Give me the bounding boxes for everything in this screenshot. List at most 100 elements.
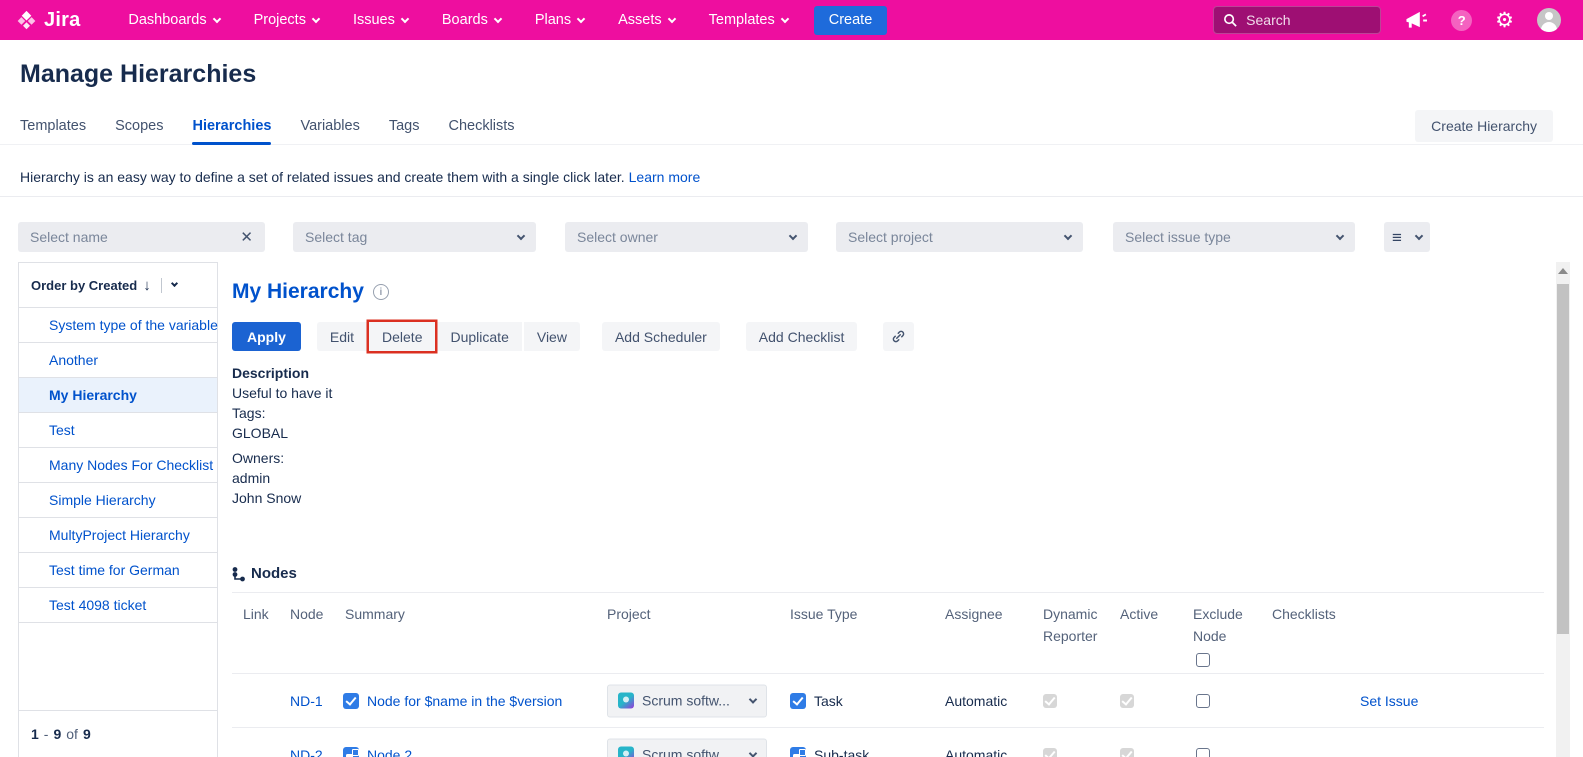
apply-button[interactable]: Apply [232,322,301,351]
set-issue-link[interactable]: Set Issue [1360,693,1418,709]
add-scheduler-button[interactable]: Add Scheduler [602,322,720,351]
tab-tags[interactable]: Tags [389,108,420,144]
checkbox-unchecked[interactable] [1196,748,1210,757]
hierarchy-title-row: My Hierarchy i [232,280,389,304]
nav-menu-assets[interactable]: Assets [618,12,675,28]
chevron-down-icon [312,14,320,22]
pagination-total: 9 [83,726,91,742]
project-select[interactable]: Scrum softw... [607,684,767,717]
copy-link-button[interactable] [883,322,914,351]
duplicate-button[interactable]: Duplicate [437,322,521,351]
jira-logo[interactable]: Jira [16,9,80,32]
list-options-menu-button[interactable]: ≡ [1384,222,1430,252]
exclude-all-checkbox[interactable] [1196,653,1210,667]
dynamic-reporter-checkbox [1043,748,1057,757]
chevron-down-icon [780,14,788,22]
list-item[interactable]: Many Nodes For Checklist [19,448,217,483]
issue-type-label: Sub-task [814,747,869,757]
content-area: Order by Created ↓ System type of the va… [0,262,1583,757]
megaphone-icon[interactable] [1404,10,1428,31]
nav-menu-templates[interactable]: Templates [709,12,788,28]
exclude-node-checkbox[interactable] [1196,694,1210,708]
sort-desc-icon[interactable]: ↓ [143,277,151,294]
hierarchy-title: My Hierarchy [232,280,364,304]
edit-actions-group: Edit Delete Duplicate View [317,322,580,351]
vertical-scrollbar[interactable] [1556,262,1570,757]
scroll-up-arrow[interactable] [1558,268,1568,274]
delete-button[interactable]: Delete [369,322,435,351]
tab-checklists[interactable]: Checklists [448,108,514,144]
issue-type-filter-placeholder: Select issue type [1125,229,1231,245]
owner-value: John Snow [232,488,332,508]
list-item[interactable]: Test time for German [19,553,217,588]
nav-menu-label: Templates [709,12,775,28]
table-row: ND-2 Node 2 Scrum softw... Sub-task Auto… [232,727,1544,757]
search-box[interactable] [1213,6,1381,34]
issue-type-cell: Task [790,693,843,709]
node-id-link[interactable]: ND-1 [290,693,323,709]
name-filter-input[interactable] [30,229,234,245]
edit-button[interactable]: Edit [317,322,367,351]
node-id-link[interactable]: ND-2 [290,747,323,757]
scrollbar-thumb[interactable] [1557,284,1569,634]
chevron-down-icon [749,695,757,703]
list-item-selected[interactable]: My Hierarchy [19,378,217,413]
jira-logo-icon [16,10,37,31]
tab-scopes[interactable]: Scopes [115,108,163,144]
gear-icon[interactable]: ⚙ [1495,10,1514,31]
project-filter-select[interactable]: Select project [836,222,1083,252]
column-header-summary: Summary [345,603,405,625]
list-item[interactable]: System type of the variable [19,308,217,343]
view-button[interactable]: View [524,322,580,351]
chevron-down-icon[interactable] [171,280,178,287]
nav-menu-issues[interactable]: Issues [353,12,408,28]
clear-icon[interactable]: ✕ [240,228,253,246]
name-filter[interactable]: ✕ [18,222,265,252]
create-hierarchy-button[interactable]: Create Hierarchy [1415,110,1553,142]
chevron-down-icon [1415,231,1423,239]
tabs-strip: Templates Scopes Hierarchies Variables T… [0,108,1583,145]
chevron-down-icon [789,231,797,239]
chevron-down-icon [1064,231,1072,239]
owner-filter-select[interactable]: Select owner [565,222,808,252]
node-summary-link[interactable]: Node 2 [367,747,412,757]
checkbox-unchecked[interactable] [1196,694,1210,708]
nav-menu-label: Dashboards [128,12,206,28]
task-icon [343,693,359,709]
owner-filter-placeholder: Select owner [577,229,658,245]
tag-filter-select[interactable]: Select tag [293,222,536,252]
owners-label: Owners: [232,448,332,468]
exclude-node-checkbox[interactable] [1196,748,1210,757]
nav-menus: Dashboards Projects Issues Boards Plans … [128,12,787,28]
subtask-icon [790,747,806,757]
list-item[interactable]: Another [19,343,217,378]
tab-variables[interactable]: Variables [300,108,359,144]
tab-templates[interactable]: Templates [20,108,86,144]
create-button[interactable]: Create [814,6,888,35]
list-item[interactable]: Test 4098 ticket [19,588,217,623]
avatar[interactable] [1537,8,1561,32]
learn-more-link[interactable]: Learn more [629,169,701,185]
dynamic-reporter-checkbox [1043,694,1057,708]
nav-menu-projects[interactable]: Projects [254,12,319,28]
project-select[interactable]: Scrum softw... [607,738,767,757]
help-icon[interactable]: ? [1451,10,1472,31]
search-icon [1223,13,1238,28]
list-item[interactable]: Test [19,413,217,448]
issue-type-filter-select[interactable]: Select issue type [1113,222,1355,252]
node-summary-cell: Node for $name in the $version [343,693,562,709]
tabs: Templates Scopes Hierarchies Variables T… [20,108,515,144]
checkbox-checked-disabled [1043,748,1057,757]
list-item[interactable]: MultyProject Hierarchy [19,518,217,553]
order-by-control[interactable]: Order by Created ↓ [19,263,217,308]
nav-menu-plans[interactable]: Plans [535,12,584,28]
tab-hierarchies[interactable]: Hierarchies [192,108,271,144]
add-checklist-button[interactable]: Add Checklist [746,322,858,351]
nav-menu-dashboards[interactable]: Dashboards [128,12,219,28]
node-summary-link[interactable]: Node for $name in the $version [367,693,562,709]
search-input[interactable] [1246,12,1356,28]
project-name: Scrum softw... [642,747,742,757]
nav-menu-boards[interactable]: Boards [442,12,501,28]
info-icon[interactable]: i [373,284,389,300]
list-item[interactable]: Simple Hierarchy [19,483,217,518]
